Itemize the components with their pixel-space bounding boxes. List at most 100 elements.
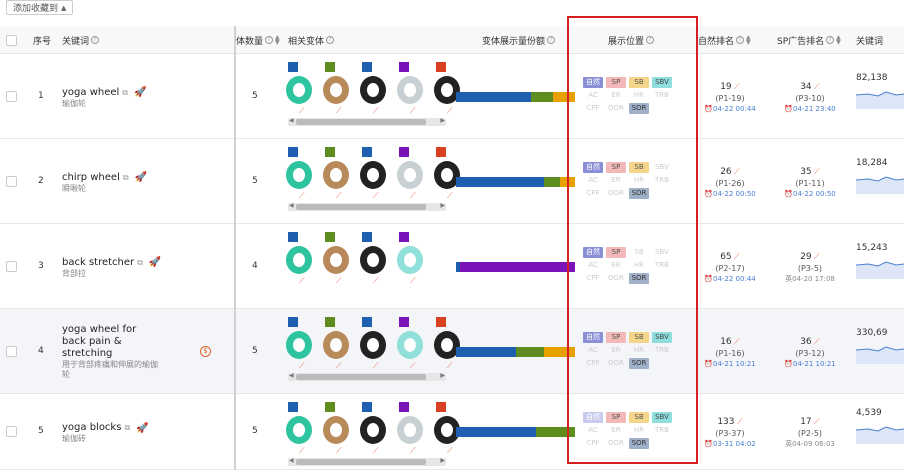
variant-image[interactable] [360,76,386,104]
trend-chart-icon[interactable]: ⟋ [812,417,820,426]
header-variant-count[interactable]: 体数量? ▲ ▼ [236,26,280,54]
header-natural-rank[interactable]: 自然排名? ▲ ▼ [698,26,751,54]
volume-sparkline[interactable] [856,87,904,109]
row-checkbox[interactable] [6,90,17,102]
keyword-text[interactable]: back pain & [62,336,122,348]
scrollbar-thumb[interactable] [296,459,426,465]
keyword-text[interactable]: yoga wheel for [62,324,136,336]
scroll-left-icon[interactable]: ◀ [289,117,294,124]
variant-image[interactable] [323,331,349,359]
trend-chart-icon[interactable]: ⟋ [373,276,383,286]
variant-image[interactable] [397,331,423,359]
keyword-text[interactable]: stretching [62,348,112,360]
variant-image[interactable] [323,161,349,189]
copy-icon[interactable]: ⧉ [122,88,128,98]
trend-chart-icon[interactable]: ⟋ [373,446,383,456]
keyword-text[interactable]: yoga blocks [62,422,121,434]
keyword-text[interactable]: chirp wheel [62,172,120,184]
scroll-right-icon[interactable]: ▶ [440,117,445,124]
trend-chart-icon[interactable]: ⟋ [447,191,457,201]
trend-chart-icon[interactable]: ⟋ [336,361,346,371]
scroll-left-icon[interactable]: ◀ [289,372,294,379]
variant-image[interactable] [360,331,386,359]
scroll-right-icon[interactable]: ▶ [440,457,445,464]
copy-icon[interactable]: ⧉ [123,173,129,183]
natural-rank-value[interactable]: 65 [720,252,731,262]
row-checkbox[interactable] [6,260,17,272]
variant-image[interactable] [286,416,312,444]
sort-icon[interactable]: ▲ ▼ [836,35,841,46]
variant-image[interactable] [286,76,312,104]
trend-chart-icon[interactable]: ⟋ [447,446,457,456]
trend-chart-icon[interactable]: ⟋ [299,106,309,116]
variant-image[interactable] [397,76,423,104]
variant-image[interactable] [397,416,423,444]
trend-chart-icon[interactable]: ⟋ [732,337,740,346]
trend-chart-icon[interactable]: ⟋ [373,191,383,201]
volume-sparkline[interactable] [856,172,904,194]
trend-chart-icon[interactable]: ⟋ [299,361,309,371]
variant-image[interactable] [323,416,349,444]
table-row[interactable]: 1 yoga wheel ⧉ 🚀 瑜伽轮 5 ⟋ ⟋ ⟋ ⟋ ⟋ ◀ ▶ 自然 SP SB SBV AC ER HR T… [0,54,904,139]
rocket-icon[interactable]: 🚀 [149,257,161,268]
natural-rank-value[interactable]: 26 [720,167,731,177]
volume-sparkline[interactable] [856,257,904,279]
volume-sparkline[interactable] [856,342,904,364]
keyword-text[interactable]: yoga wheel [62,87,119,99]
variant-image[interactable] [397,246,423,274]
trend-chart-icon[interactable]: ⟋ [410,106,420,116]
scroll-left-icon[interactable]: ◀ [289,202,294,209]
sort-icon[interactable]: ▲ ▼ [746,35,751,46]
trend-chart-icon[interactable]: ⟋ [812,337,820,346]
trend-chart-icon[interactable]: ⟋ [410,191,420,201]
keyword-text[interactable]: back stretcher [62,257,134,269]
natural-rank-value[interactable]: 16 [720,337,731,347]
help-icon[interactable]: ? [736,36,745,44]
trend-chart-icon[interactable]: ⟋ [812,82,820,91]
trend-chart-icon[interactable]: ⟋ [812,252,820,261]
header-sp-rank[interactable]: SP广告排名? ▲ ▼ [777,26,841,54]
trend-chart-icon[interactable]: ⟋ [373,106,383,116]
variant-image[interactable] [286,331,312,359]
help-icon[interactable]: ? [547,36,556,44]
variant-image[interactable] [360,416,386,444]
ad-icon[interactable]: $ [200,345,211,357]
row-checkbox[interactable] [6,345,17,357]
copy-icon[interactable]: ⧉ [137,258,143,268]
variant-image[interactable] [397,161,423,189]
scrollbar-thumb[interactable] [296,374,426,380]
scrollbar-thumb[interactable] [296,204,426,210]
rocket-icon[interactable]: 🚀 [136,423,148,434]
help-icon[interactable]: ? [826,36,835,44]
sp-rank-value[interactable]: 29 [800,252,811,262]
scroll-left-icon[interactable]: ◀ [289,457,294,464]
variant-scrollbar[interactable]: ◀ ▶ [288,372,446,381]
row-checkbox[interactable] [6,426,17,437]
trend-chart-icon[interactable]: ⟋ [299,446,309,456]
scroll-right-icon[interactable]: ▶ [440,372,445,379]
help-icon[interactable]: ? [91,36,100,44]
variant-image[interactable] [360,246,386,274]
variant-image[interactable] [323,76,349,104]
scroll-right-icon[interactable]: ▶ [440,202,445,209]
variant-scrollbar[interactable]: ◀ ▶ [288,117,446,126]
trend-chart-icon[interactable]: ⟋ [336,276,346,286]
trend-chart-icon[interactable]: ⟋ [447,106,457,116]
variant-image[interactable] [286,161,312,189]
add-to-favorites-button[interactable]: 添加收藏到 ▲ [6,0,74,15]
variant-scrollbar[interactable]: ◀ ▶ [288,457,446,466]
help-icon[interactable]: ? [265,36,274,44]
rocket-icon[interactable]: 🚀 [134,87,146,98]
sp-rank-value[interactable]: 35 [800,167,811,177]
scrollbar-thumb[interactable] [296,119,426,125]
help-icon[interactable]: ? [646,36,655,44]
sp-rank-value[interactable]: 36 [800,337,811,347]
trend-chart-icon[interactable]: ⟋ [410,361,420,371]
sort-icon[interactable]: ▲ ▼ [275,35,280,46]
help-icon[interactable]: ? [326,36,335,44]
trend-chart-icon[interactable]: ⟋ [373,361,383,371]
table-row[interactable]: 2 chirp wheel ⧉ 🚀 瞬啾轮 5 ⟋ ⟋ ⟋ ⟋ ⟋ ◀ ▶ 自然 SP SB SBV AC ER HR… [0,139,904,224]
trend-chart-icon[interactable]: ⟋ [336,191,346,201]
sp-rank-value[interactable]: 34 [800,82,811,92]
rocket-icon[interactable]: 🚀 [135,172,147,183]
